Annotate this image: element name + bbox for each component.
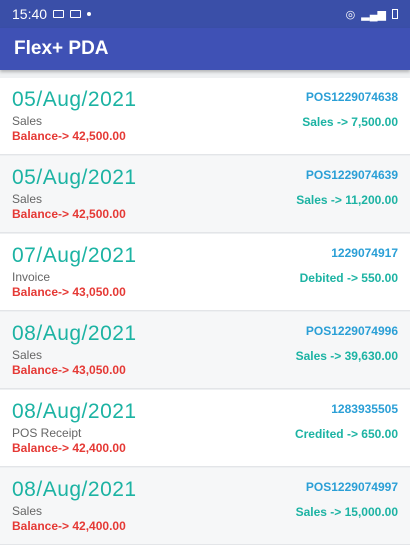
transaction-card[interactable]: 08/Aug/2021 Sales Balance-> 43,050.00 PO… xyxy=(0,312,410,389)
transaction-card[interactable]: 05/Aug/2021 Sales Balance-> 42,500.00 PO… xyxy=(0,78,410,155)
transaction-amount: Sales -> 11,200.00 xyxy=(296,193,398,207)
cast-icon xyxy=(53,10,65,18)
transaction-ref: POS1229074997 xyxy=(305,480,398,494)
transaction-ref: POS1229074996 xyxy=(305,324,398,338)
transaction-amount: Sales -> 7,500.00 xyxy=(302,115,398,129)
transaction-balance: Balance-> 42,400.00 xyxy=(12,519,126,533)
battery-icon xyxy=(392,9,398,19)
transaction-amount: Sales -> 15,000.00 xyxy=(295,505,398,519)
transaction-balance: Balance-> 42,400.00 xyxy=(12,441,126,455)
transaction-ref: POS1229074638 xyxy=(305,90,398,104)
hotspot-icon: ◎ xyxy=(345,8,356,21)
transaction-amount: Debited -> 550.00 xyxy=(299,271,398,285)
transaction-card[interactable]: 07/Aug/2021 Invoice Balance-> 43,050.00 … xyxy=(0,234,410,311)
app-title: Flex+ PDA xyxy=(14,38,109,59)
transaction-balance: Balance-> 43,050.00 xyxy=(12,363,126,377)
transaction-card[interactable]: 08/Aug/2021 Sales Balance-> 42,400.00 PO… xyxy=(0,468,410,545)
transaction-card[interactable]: 05/Aug/2021 Sales Balance-> 42,500.00 PO… xyxy=(0,156,410,233)
status-bar: 15:40 ◎ ▂▄▆ xyxy=(0,0,410,28)
transaction-list[interactable]: 05/Aug/2021 Sales Balance-> 42,500.00 PO… xyxy=(0,70,410,545)
transaction-amount: Credited -> 650.00 xyxy=(294,427,398,441)
transaction-card[interactable]: 08/Aug/2021 POS Receipt Balance-> 42,400… xyxy=(0,390,410,467)
transaction-amount: Sales -> 39,630.00 xyxy=(295,349,398,363)
transaction-balance: Balance-> 42,500.00 xyxy=(12,207,126,221)
notification-dot-icon xyxy=(87,12,92,16)
transaction-ref: 1229074917 xyxy=(331,246,398,260)
transaction-ref: 1283935505 xyxy=(331,402,398,416)
signal-icon: ▂▄▆ xyxy=(361,8,386,21)
transaction-balance: Balance-> 42,500.00 xyxy=(12,129,126,143)
image-icon xyxy=(70,10,82,18)
status-time: 15:40 xyxy=(12,6,48,22)
transaction-ref: POS1229074639 xyxy=(305,168,398,182)
transaction-balance: Balance-> 43,050.00 xyxy=(12,285,126,299)
app-bar: Flex+ PDA xyxy=(0,28,410,70)
